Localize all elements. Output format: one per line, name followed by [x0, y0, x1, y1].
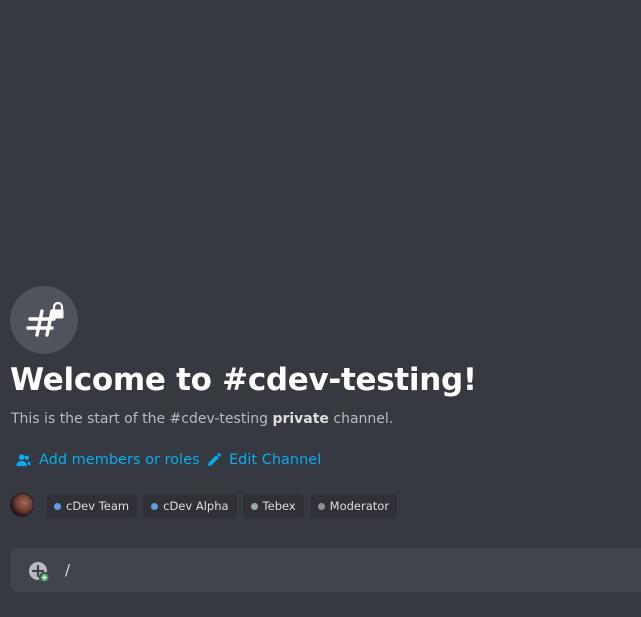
welcome-title: Welcome to #cdev-testing!	[10, 362, 477, 398]
role-name: cDev Team	[66, 499, 130, 513]
add-member-icon	[16, 453, 31, 468]
role-color-dot	[250, 502, 258, 510]
message-input[interactable]: /	[65, 548, 70, 592]
add-members-button[interactable]: Add members or roles	[16, 452, 200, 468]
plus-circle-icon[interactable]	[28, 561, 51, 584]
role-name: Tebex	[262, 499, 296, 513]
role-pill[interactable]: cDev Alpha	[143, 494, 237, 518]
avatar[interactable]	[10, 493, 34, 517]
chat-area: Welcome to #cdev-testing! This is the st…	[0, 0, 641, 617]
role-pill[interactable]: Tebex	[242, 494, 304, 518]
message-composer[interactable]: /	[10, 548, 641, 592]
role-list: cDev Team cDev Alpha Tebex Moderator	[46, 494, 398, 518]
welcome-subtitle: This is the start of the #cdev-testing p…	[11, 411, 393, 427]
role-color-dot	[54, 502, 61, 510]
edit-channel-label: Edit Channel	[229, 452, 322, 468]
subtitle-prefix: This is the start of the #cdev-testing	[11, 411, 268, 427]
role-color-dot	[151, 502, 159, 510]
subtitle-suffix: channel.	[333, 411, 394, 427]
pencil-icon	[207, 453, 221, 467]
role-pill[interactable]: Moderator	[309, 494, 398, 518]
edit-channel-button[interactable]: Edit Channel	[207, 452, 321, 468]
hashtag-lock-icon	[10, 286, 78, 354]
role-name: cDev Alpha	[163, 499, 229, 513]
add-members-label: Add members or roles	[39, 452, 200, 468]
subtitle-emphasis: private	[272, 411, 329, 427]
role-name: Moderator	[329, 499, 390, 513]
role-color-dot	[317, 502, 325, 510]
role-pill[interactable]: cDev Team	[46, 494, 138, 518]
